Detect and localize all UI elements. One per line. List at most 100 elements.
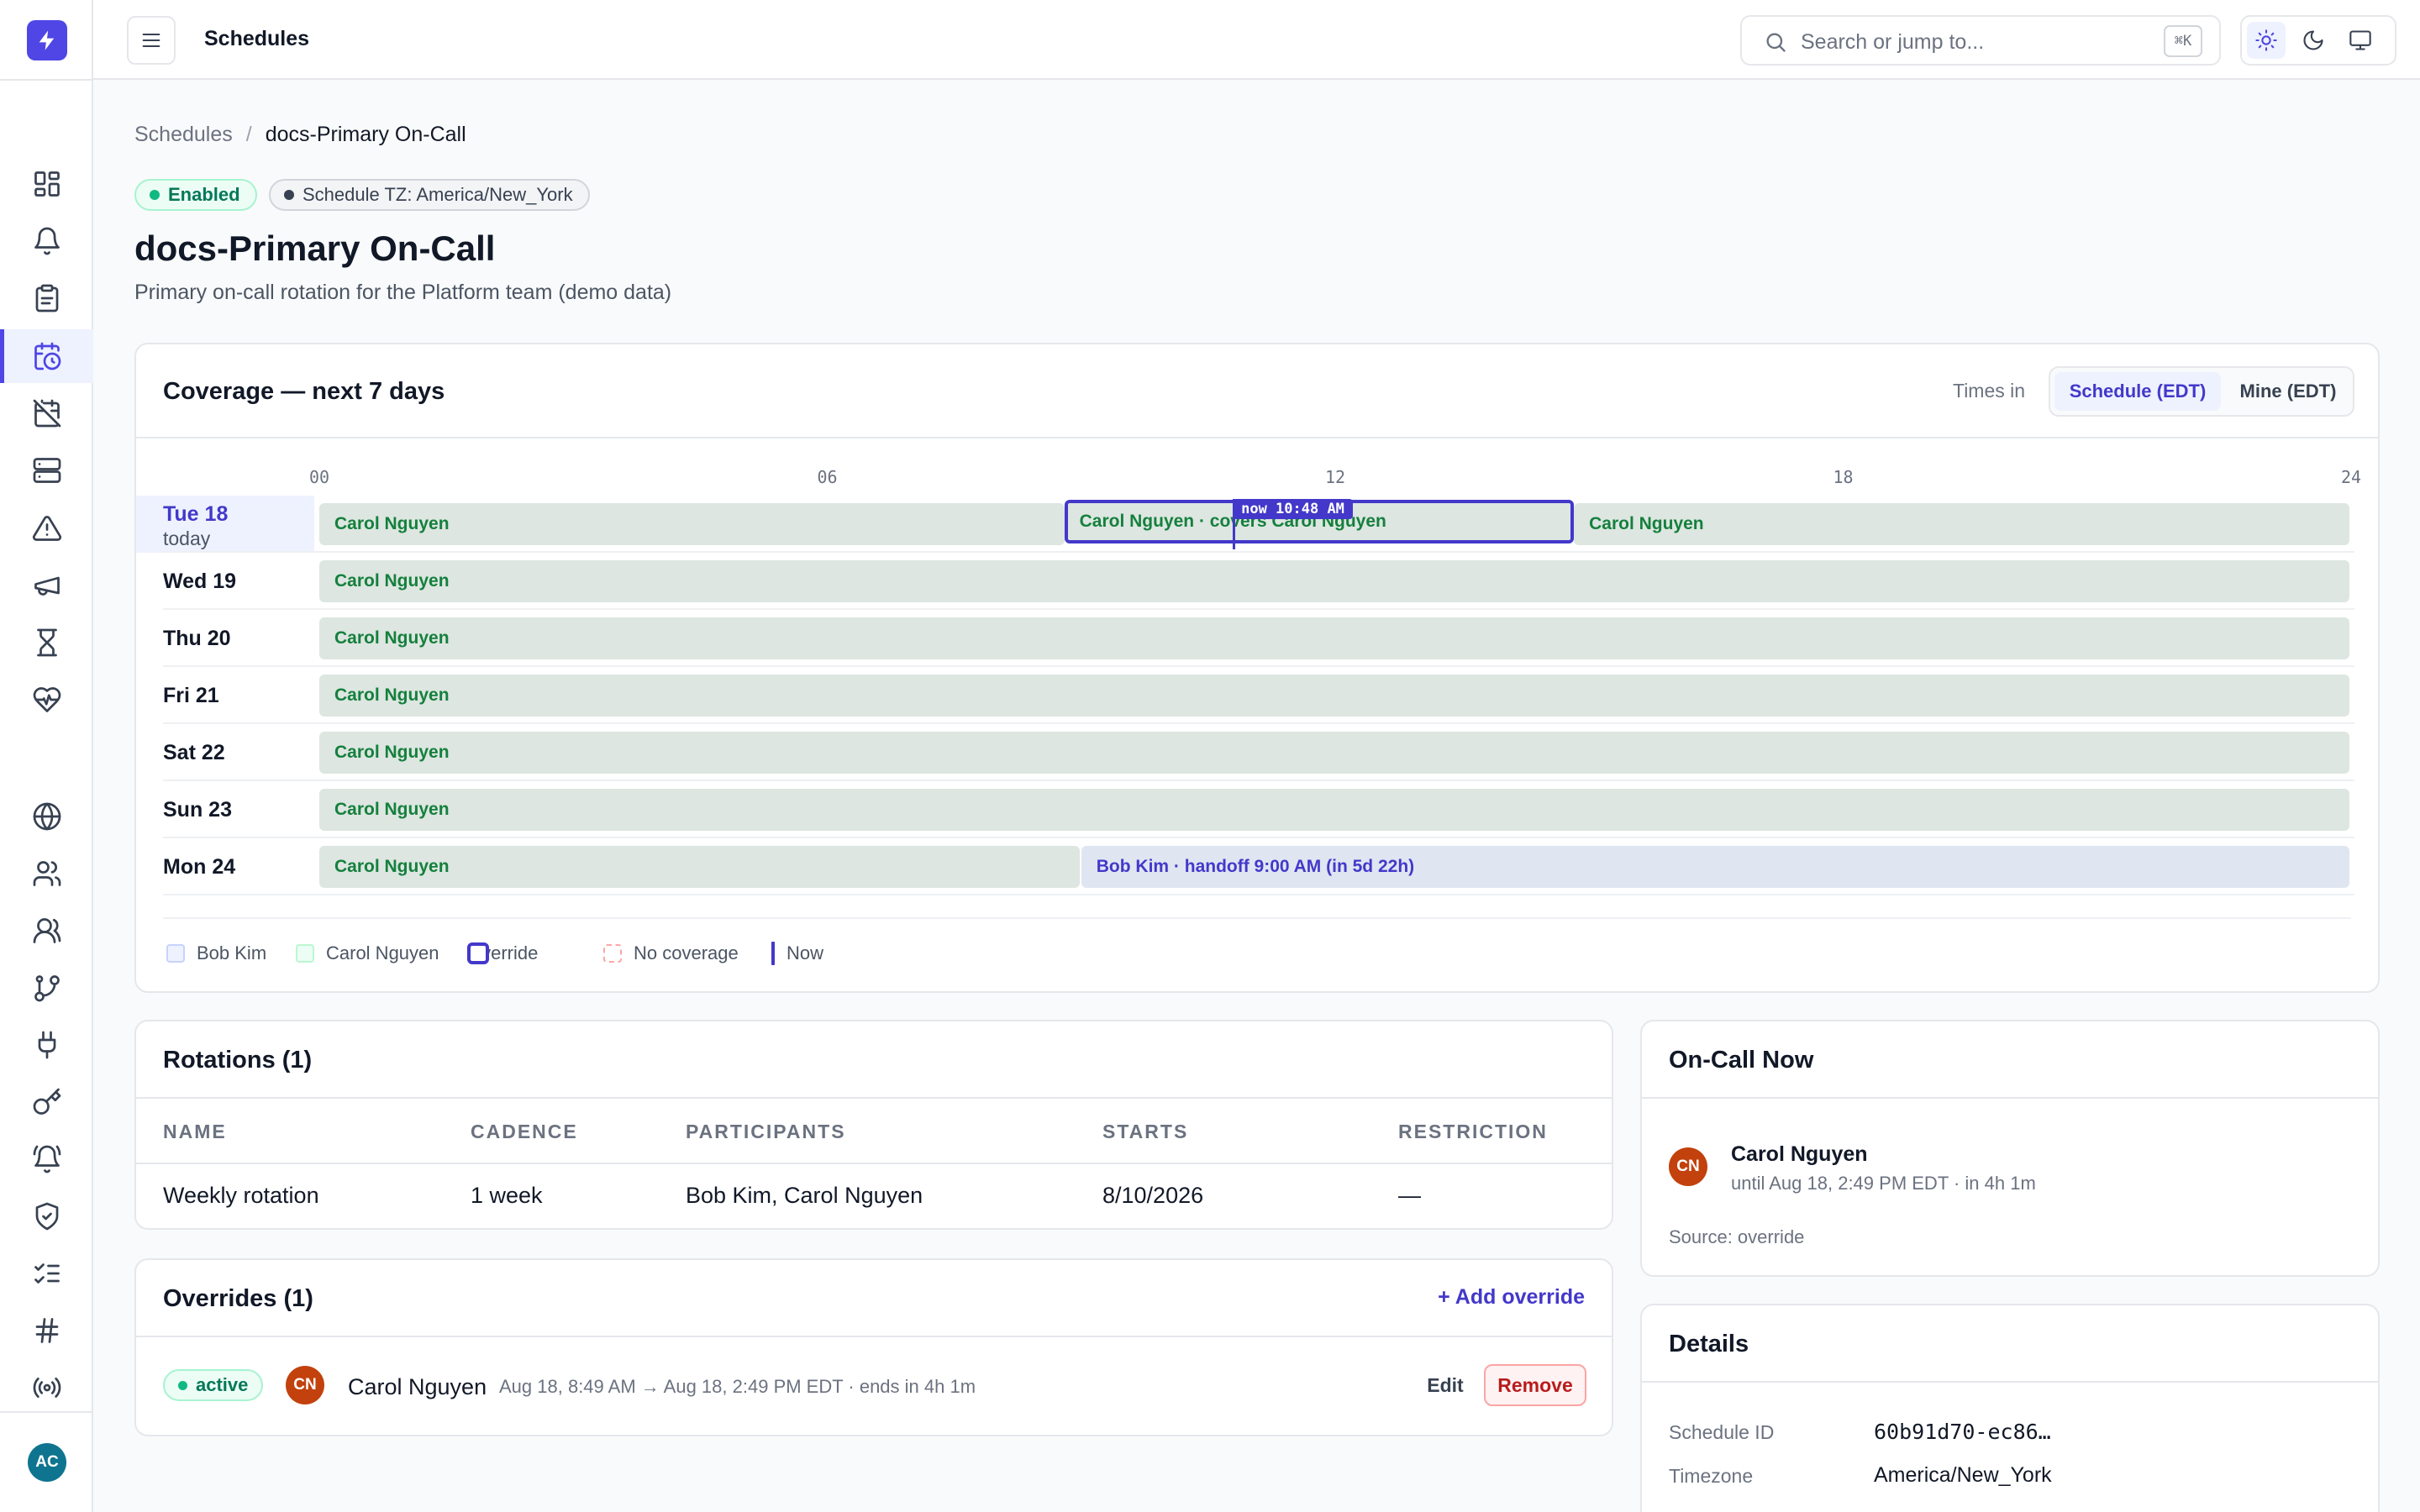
rotations-title: Rotations (1) [163, 1047, 313, 1074]
app-logo[interactable] [27, 20, 67, 60]
sidebar-item-alerts[interactable] [0, 214, 93, 268]
shift-bar-carol[interactable]: Carol Nguyen [319, 617, 2349, 659]
legend-swatch-bob [166, 944, 185, 963]
on-call-user-name: Carol Nguyen [1731, 1142, 1868, 1166]
sidebar-item-broadcast[interactable] [0, 1361, 93, 1415]
sidebar-item-api-keys[interactable] [0, 1075, 93, 1129]
day-label: Wed 19 [163, 570, 237, 593]
system-theme-button[interactable] [2341, 22, 2380, 59]
status-badge-label: Enabled [168, 184, 240, 205]
shift-bar-carol[interactable]: Carol Nguyen [319, 503, 1065, 545]
calendar-off-icon [33, 399, 60, 428]
on-call-now-card: On-Call Now CN Carol Nguyen until Aug 18… [1640, 1020, 2380, 1277]
shift-bar-carol[interactable]: Carol Nguyen [319, 560, 2349, 602]
hamburger-icon [142, 33, 160, 48]
sidebar-item-notification-rules[interactable] [0, 1132, 93, 1186]
topbar: Schedules Search or jump to... ⌘K [93, 0, 2420, 80]
legend-label: Bob Kim [197, 942, 267, 963]
sidebar-item-teams[interactable] [0, 904, 93, 958]
sidebar-item-integrations[interactable] [0, 1018, 93, 1072]
theme-switcher [2240, 15, 2396, 66]
monitor-icon [2349, 30, 2371, 50]
timezone-badge-label: Schedule TZ: America/New_York [302, 184, 573, 205]
sidebar-item-services[interactable] [0, 444, 93, 497]
day-label: Thu 20 [163, 627, 231, 650]
megaphone-icon [34, 576, 60, 596]
legend-swatch-no-coverage [603, 944, 622, 963]
shortcut-hint: ⌘K [2164, 25, 2202, 57]
menu-toggle-button[interactable] [127, 16, 176, 65]
day-row: Thu 20 Carol Nguyen [136, 610, 2378, 667]
day-row: Mon 24 Carol Nguyen Bob Kim · handoff 9:00… [136, 838, 2378, 895]
sidebar: AC [0, 0, 93, 1512]
details-title: Details [1669, 1331, 1749, 1357]
shift-bar-carol[interactable]: Carol Nguyen [319, 846, 1080, 888]
edit-override-button[interactable]: Edit [1413, 1364, 1477, 1406]
remove-override-button[interactable]: Remove [1484, 1364, 1586, 1406]
add-override-button[interactable]: + Add override [1438, 1285, 1585, 1310]
light-theme-button[interactable] [2247, 22, 2286, 59]
topbar-title: Schedules [204, 27, 310, 50]
sidebar-item-workflows[interactable] [0, 961, 93, 1015]
bell-ring-icon [33, 1145, 60, 1173]
sidebar-item-security[interactable] [0, 1189, 93, 1243]
detail-key: Schedule ID [1669, 1421, 1775, 1443]
sidebar-divider [0, 1411, 93, 1413]
shield-icon [35, 1202, 58, 1231]
sidebar-item-incidents[interactable] [0, 271, 93, 325]
legend-now: Now [771, 941, 823, 966]
override-time-range: Aug 18, 8:49 AM → Aug 18, 2:49 PM EDT · … [499, 1376, 976, 1397]
now-badge: now 10:48 AM [1233, 499, 1353, 519]
column-header: CADENCE [471, 1121, 578, 1142]
rotation-starts: 8/10/2026 [1102, 1183, 1204, 1208]
user-avatar[interactable]: AC [28, 1443, 66, 1482]
sidebar-item-dashboard[interactable] [0, 157, 93, 211]
user-icon [33, 861, 60, 886]
dark-theme-button[interactable] [2294, 22, 2333, 59]
schedule-tz-option[interactable]: Schedule (EDT) [2054, 372, 2221, 411]
breadcrumb: Schedules / docs-Primary On-Call [134, 123, 466, 147]
sidebar-item-tasks[interactable] [0, 1247, 93, 1300]
day-label: Fri 21 [163, 684, 219, 707]
bell-icon [34, 227, 60, 255]
rotations-card-header: Rotations (1) [136, 1021, 1612, 1099]
sidebar-item-channels[interactable] [0, 1304, 93, 1357]
rotation-restriction: — [1398, 1183, 1421, 1208]
mine-tz-option[interactable]: Mine (EDT) [2224, 372, 2352, 411]
search-icon [1766, 33, 1786, 52]
overrides-card: Overrides (1) + Add override active CN C… [134, 1258, 1613, 1436]
breadcrumb-parent-link[interactable]: Schedules [134, 123, 233, 146]
timezone-dot [284, 190, 294, 200]
search-input[interactable]: Search or jump to... [1801, 30, 1984, 55]
day-row: Sun 23 Carol Nguyen [136, 781, 2378, 838]
row-divider [163, 894, 2354, 895]
hash-icon [35, 1318, 58, 1343]
users-icon [33, 918, 60, 943]
shift-bar-carol[interactable]: Carol Nguyen [319, 675, 2349, 717]
status-dot [178, 1380, 187, 1390]
legend-swatch-now [771, 942, 775, 965]
coverage-title: Coverage — next 7 days [163, 378, 445, 405]
search-box[interactable]: Search or jump to... ⌘K [1740, 15, 2221, 66]
sidebar-item-calendar-off[interactable] [0, 386, 93, 440]
sidebar-item-status-pages[interactable] [0, 790, 93, 843]
rotation-name[interactable]: Weekly rotation [163, 1183, 319, 1209]
sidebar-item-schedules[interactable] [0, 329, 93, 383]
sidebar-item-timers[interactable] [0, 616, 93, 669]
details-card: Details Schedule ID 60b91d70-ec86… Timez… [1640, 1304, 2380, 1512]
calendar-clock-icon [34, 342, 60, 370]
status-dot [150, 190, 160, 200]
sidebar-item-warnings[interactable] [0, 501, 93, 555]
shift-bar-bob[interactable]: Bob Kim · handoff 9:00 AM (in 5d 22h) [1081, 846, 2349, 888]
rotation-cadence: 1 week [471, 1183, 543, 1208]
shift-bar-carol[interactable]: Carol Nguyen [319, 789, 2349, 831]
sidebar-item-announcements[interactable] [0, 559, 93, 612]
shift-bar-carol[interactable]: Carol Nguyen [1574, 503, 2349, 545]
on-call-source: Source: override [1669, 1226, 1805, 1247]
sidebar-item-health[interactable] [0, 673, 93, 727]
sun-icon [2255, 29, 2277, 51]
globe-icon [33, 802, 60, 831]
legend-swatch-override [467, 942, 489, 964]
sidebar-item-users[interactable] [0, 847, 93, 900]
shift-bar-carol[interactable]: Carol Nguyen [319, 732, 2349, 774]
